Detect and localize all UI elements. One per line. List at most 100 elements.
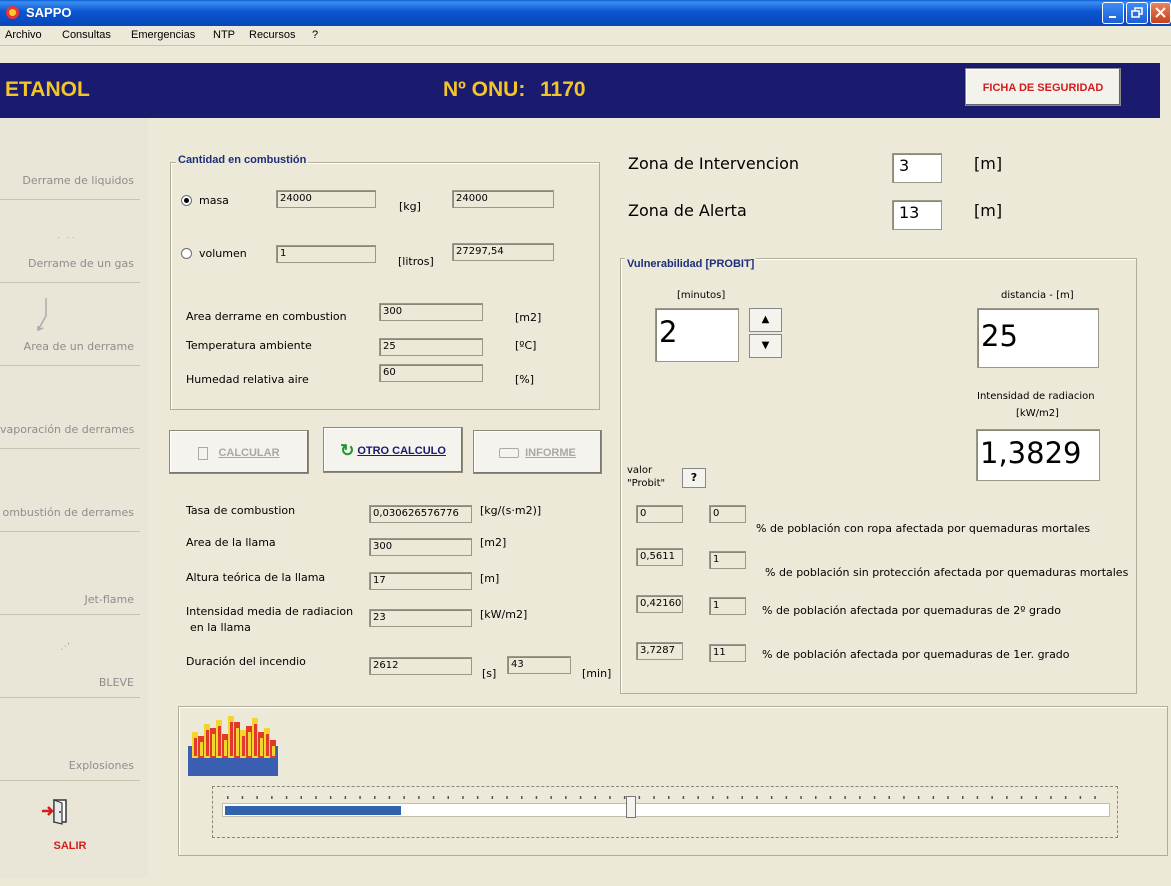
intensidad-radiacion-unit: [kW/m2] — [1016, 408, 1059, 419]
intensidad-llama-unit: [kW/m2] — [480, 608, 528, 621]
substance-name: ETANOL — [5, 78, 90, 101]
volumen-label: volumen — [199, 247, 247, 260]
otro-calculo-button[interactable]: ↻ OTRO CALCULO — [323, 427, 463, 473]
tasa-unit: [kg/(s·m2)] — [480, 504, 542, 517]
sidebar-item-area-derrame[interactable]: Area de un derrame — [0, 284, 140, 366]
duracion-label: Duración del incendio — [186, 655, 306, 668]
menu-emergencias[interactable]: Emergencias — [131, 29, 195, 41]
timeline-progress — [225, 806, 401, 815]
gas-icon: ˙ ˙˙ — [56, 235, 76, 248]
area-llama-unit: [m2] — [480, 536, 507, 549]
probit-label-3: % de población afectada por quemaduras d… — [762, 648, 1070, 661]
distancia-label: distancia - [m] — [1001, 290, 1074, 301]
probit-label-2: % de población afectada por quemaduras d… — [762, 604, 1061, 617]
probit-pct-2: 1 — [709, 597, 746, 615]
humedad-label: Humedad relativa aire — [186, 373, 309, 386]
zona-intervencion-unit: [m] — [974, 154, 1003, 173]
restore-button[interactable] — [1126, 2, 1148, 24]
sidebar-item-bleve[interactable]: .·' BLEVE — [0, 616, 140, 698]
probit-value-3: 3,7287 — [636, 642, 683, 660]
zona-intervencion-label: Zona de Intervencion — [628, 154, 800, 173]
masa-unit: [kg] — [399, 200, 421, 213]
probit-value-0: 0 — [636, 505, 683, 523]
salir-button[interactable]: SALIR — [0, 782, 140, 864]
tasa-value: 0,030626576776 — [369, 505, 472, 523]
title-bar: SAPPO — [0, 0, 1171, 26]
sidebar-item-label: vaporación de derrames — [0, 423, 135, 436]
timeline-track[interactable] — [222, 803, 1110, 817]
sidebar-item-combustion[interactable]: ombustión de derrames — [0, 450, 140, 532]
sidebar-item-label: Derrame de un gas — [28, 257, 134, 270]
temperatura-input[interactable]: 25 — [379, 338, 483, 356]
volumen-unit: [litros] — [398, 255, 434, 268]
close-icon — [1155, 7, 1166, 18]
sidebar-item-label: BLEVE — [98, 676, 134, 689]
probit-help-button[interactable]: ? — [682, 468, 706, 488]
probit-label-1: % de población sin protección afectada p… — [765, 566, 1129, 579]
timeline-ticks — [222, 792, 1112, 800]
duracion-s-value: 2612 — [369, 657, 472, 675]
sidebar-item-derrame-liquidos[interactable]: Derrame de liquidos — [0, 118, 140, 200]
volumen-result: 27297,54 — [452, 243, 554, 261]
spill-icon — [37, 298, 47, 332]
refresh-icon: ↻ — [340, 441, 355, 461]
volumen-radio[interactable] — [181, 248, 192, 259]
minimize-button[interactable] — [1102, 2, 1124, 24]
minutos-up-button[interactable]: ▲ — [749, 308, 782, 332]
sidebar-item-label: ombustión de derrames — [2, 506, 134, 519]
sidebar-item-explosiones[interactable]: Explosiones — [0, 699, 140, 781]
area-derrame-label: Area derrame en combustion — [186, 310, 347, 323]
close-button[interactable] — [1150, 2, 1171, 24]
zona-intervencion-value: 3 — [892, 153, 942, 183]
menu-consultas[interactable]: Consultas — [62, 29, 111, 41]
probit-value-2: 0,42160 — [636, 595, 683, 613]
zona-alerta-label: Zona de Alerta — [628, 201, 747, 220]
ficha-seguridad-button[interactable]: FICHA DE SEGURIDAD — [965, 68, 1121, 106]
menu-help[interactable]: ? — [312, 29, 318, 41]
probit-pct-1: 1 — [709, 551, 746, 569]
area-derrame-input[interactable]: 300 — [379, 303, 483, 321]
duracion-min-value: 43 — [507, 656, 571, 674]
temperatura-unit: [ºC] — [515, 339, 537, 352]
temperatura-label: Temperatura ambiente — [186, 339, 312, 352]
probit-pct-3: 11 — [709, 644, 746, 662]
menu-archivo[interactable]: Archivo — [5, 29, 42, 41]
masa-label: masa — [199, 194, 229, 207]
minimize-icon — [1109, 16, 1116, 18]
altura-value: 17 — [369, 572, 472, 590]
printer-icon — [499, 448, 520, 459]
humedad-input[interactable]: 60 — [379, 364, 483, 382]
valor-probit-label: valor — [627, 465, 653, 476]
main-panel: Cantidad en combustión masa 24000 [kg] 2… — [152, 118, 1168, 878]
sidebar-item-jet-flame[interactable]: Jet-flame — [0, 533, 140, 615]
zona-alerta-value: 13 — [892, 200, 942, 230]
calcular-button[interactable]: CALCULAR — [169, 430, 309, 474]
masa-input[interactable]: 24000 — [276, 190, 376, 208]
minutos-down-button[interactable]: ▼ — [749, 334, 782, 358]
sidebar-item-evaporacion[interactable]: vaporación de derrames — [0, 367, 140, 449]
probit-value-1: 0,5611 — [636, 548, 683, 566]
volumen-input[interactable]: 1 — [276, 245, 376, 263]
masa-radio[interactable] — [181, 195, 192, 206]
intensidad-radiacion-value: 1,3829 — [976, 429, 1100, 481]
onu-number: 1170 — [540, 78, 586, 101]
humedad-unit: [%] — [515, 373, 535, 386]
menu-recursos[interactable]: Recursos — [249, 29, 295, 41]
sidebar: Derrame de liquidos ˙ ˙˙ Derrame de un g… — [0, 118, 148, 878]
menu-bar: Archivo Consultas Emergencias NTP Recurs… — [0, 26, 1171, 46]
tasa-label: Tasa de combustion — [186, 504, 296, 517]
intensidad-radiacion-label: Intensidad de radiacion — [977, 391, 1095, 402]
sidebar-item-derrame-gas[interactable]: ˙ ˙˙ Derrame de un gas — [0, 201, 140, 283]
menu-ntp[interactable]: NTP — [213, 29, 235, 41]
salir-label: SALIR — [53, 840, 87, 852]
sidebar-item-label: Area de un derrame — [23, 340, 134, 353]
intensidad-llama-label-2: en la llama — [190, 621, 251, 634]
minutos-input[interactable]: 2 — [655, 308, 739, 362]
cantidad-title: Cantidad en combustión — [176, 154, 309, 166]
intensidad-llama-label: Intensidad media de radiacion — [186, 605, 354, 618]
timeline-thumb[interactable] — [626, 796, 636, 818]
probit-label-0: % de población con ropa afectada por que… — [756, 522, 1091, 535]
altura-label: Altura teórica de la llama — [186, 571, 326, 584]
informe-button[interactable]: INFORME — [473, 430, 602, 474]
area-llama-value: 300 — [369, 538, 472, 556]
